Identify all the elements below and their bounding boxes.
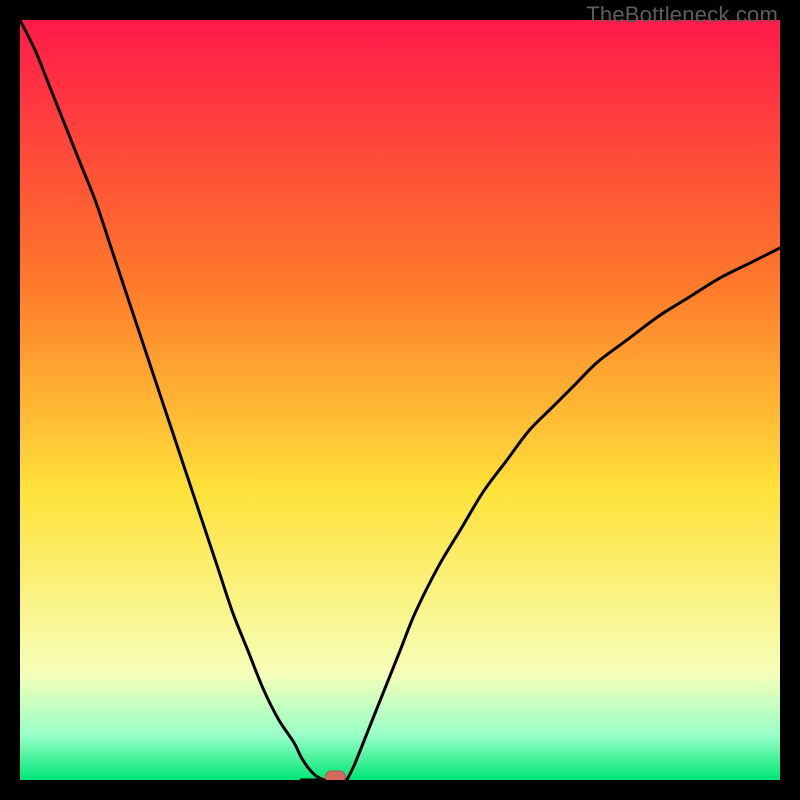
app-frame: TheBottleneck.com [0, 0, 800, 800]
bottleneck-chart [20, 20, 780, 780]
watermark-text: TheBottleneck.com [586, 2, 778, 28]
optimal-marker [325, 771, 345, 780]
plot-area [20, 20, 780, 780]
gradient-background [20, 20, 780, 780]
